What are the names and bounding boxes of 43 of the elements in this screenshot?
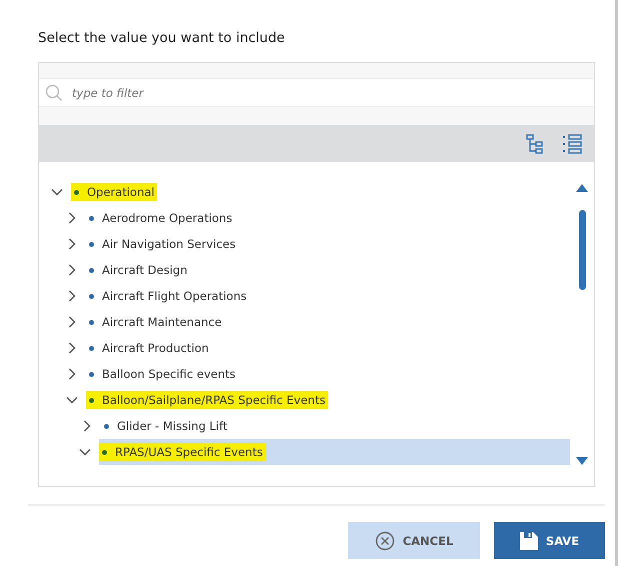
tree-item[interactable]: Balloon Specific events	[39, 361, 570, 387]
cancel-button[interactable]: CANCEL	[348, 522, 480, 559]
tree-item[interactable]: Aircraft Production	[39, 335, 570, 361]
scroll-up-icon[interactable]	[576, 183, 588, 192]
chevron-icon[interactable]	[79, 446, 91, 458]
dialog-title: Select the value you want to include	[38, 30, 285, 46]
tree-item[interactable]: Aircraft Design	[39, 257, 570, 283]
item-label: Aerodrome Operations	[86, 209, 236, 227]
search-icon	[45, 84, 63, 102]
item-label: Balloon/Sailplane/RPAS Specific Events	[86, 391, 328, 409]
chevron-icon[interactable]	[66, 264, 78, 276]
item-label: Aircraft Flight Operations	[86, 287, 250, 305]
item-label: Operational	[71, 183, 158, 201]
scroll-down-icon[interactable]	[576, 457, 588, 466]
chevron-icon[interactable]	[66, 368, 78, 380]
tree-item[interactable]: Operational	[39, 179, 570, 205]
item-label: Aircraft Maintenance	[86, 313, 225, 331]
item-label: RPAS/UAS Specific Events	[99, 443, 266, 461]
tree-item[interactable]: Glider - Missing Lift	[39, 413, 570, 439]
filter-field[interactable]: type to filter	[39, 78, 594, 107]
close-icon	[374, 530, 395, 550]
list-view-icon[interactable]	[562, 134, 582, 154]
chevron-icon[interactable]	[66, 316, 78, 328]
tree-view-icon[interactable]	[526, 134, 544, 154]
tree-item[interactable]: Aerodrome Operations	[39, 205, 570, 231]
chevron-icon[interactable]	[66, 342, 78, 354]
chevron-icon[interactable]	[66, 212, 78, 224]
tree-item[interactable]: Balloon/Sailplane/RPAS Specific Events	[39, 387, 570, 413]
save-icon	[520, 532, 538, 550]
chevron-icon[interactable]	[66, 290, 78, 302]
item-label: Aircraft Design	[86, 261, 190, 279]
tree-item[interactable]: Air Navigation Services	[39, 231, 570, 257]
chevron-icon[interactable]	[66, 394, 78, 406]
tree-item[interactable]: Aircraft Flight Operations	[39, 283, 570, 309]
chevron-icon[interactable]	[81, 420, 93, 432]
chevron-icon[interactable]	[66, 238, 78, 250]
item-label: Balloon Specific events	[86, 365, 239, 383]
save-button[interactable]: SAVE	[494, 522, 605, 559]
item-label: Aircraft Production	[86, 339, 212, 357]
tree-item[interactable]: Aircraft Maintenance	[39, 309, 570, 335]
item-label: Air Navigation Services	[86, 235, 239, 253]
chevron-icon[interactable]	[51, 186, 63, 198]
item-label: Glider - Missing Lift	[101, 417, 230, 435]
